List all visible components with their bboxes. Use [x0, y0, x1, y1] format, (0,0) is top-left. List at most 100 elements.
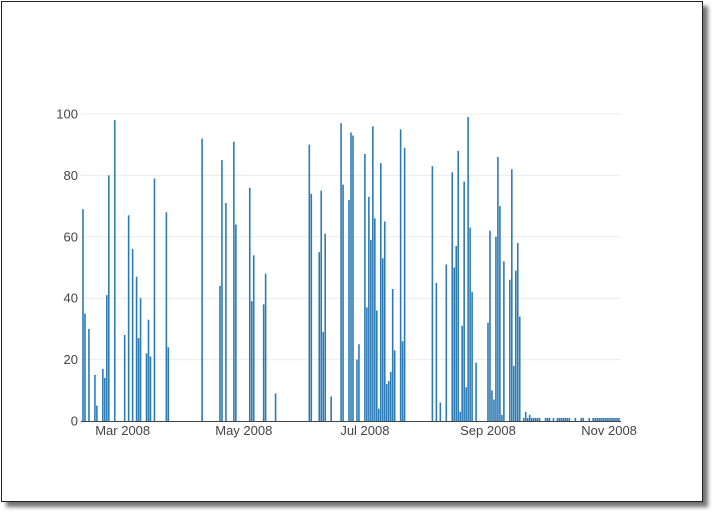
- bar: [221, 160, 223, 422]
- bar: [274, 393, 277, 421]
- bar: [356, 359, 358, 421]
- y-tick-label: 40: [64, 291, 78, 306]
- x-tick-label: Mar 2008: [95, 423, 150, 438]
- bar: [370, 239, 372, 421]
- bar: [252, 255, 255, 421]
- bar: [225, 203, 227, 421]
- bar-chart: 0 20 40 60 80 100 Mar 2008 May 2008 Jul 2008 Sep…: [56, 107, 637, 439]
- bar: [560, 417, 563, 421]
- bar: [376, 310, 378, 421]
- bar: [497, 156, 499, 422]
- bar: [153, 178, 156, 421]
- bar: [546, 417, 549, 421]
- bar: [524, 411, 527, 421]
- bar: [461, 325, 463, 421]
- y-tick-label: 0: [71, 414, 78, 429]
- bar: [264, 273, 267, 421]
- bar: [475, 362, 477, 421]
- bar: [379, 163, 382, 421]
- bar: [514, 270, 517, 421]
- bar: [604, 417, 606, 421]
- y-tick-label: 80: [64, 168, 78, 183]
- bar: [598, 417, 600, 421]
- bar: [308, 144, 311, 421]
- bar: [374, 218, 376, 421]
- bar: [509, 279, 511, 421]
- bar: [123, 335, 126, 421]
- bar: [618, 417, 620, 421]
- bar: [377, 408, 380, 421]
- bar: [320, 190, 323, 421]
- bar: [600, 417, 602, 421]
- bar: [574, 417, 577, 421]
- y-tick-labels: 0 20 40 60 80 100: [56, 107, 78, 429]
- bar: [399, 129, 402, 421]
- bar: [558, 417, 561, 421]
- bar: [84, 313, 86, 421]
- bar: [137, 338, 140, 421]
- bar: [566, 417, 569, 421]
- bar: [548, 417, 551, 421]
- bar: [592, 417, 595, 421]
- bar: [82, 209, 84, 421]
- bar: [465, 387, 467, 421]
- bar: [612, 417, 614, 421]
- bar: [147, 319, 150, 421]
- bar: [562, 417, 565, 421]
- bar: [250, 301, 253, 421]
- bar: [455, 246, 458, 421]
- bar: [530, 417, 533, 421]
- bar: [453, 267, 456, 421]
- bar: [318, 252, 321, 421]
- bar: [366, 307, 368, 421]
- bar: [372, 126, 374, 421]
- x-tick-label: May 2008: [215, 423, 272, 438]
- bar: [463, 181, 465, 421]
- bar: [435, 282, 438, 421]
- bar: [94, 374, 96, 421]
- bar: [381, 258, 384, 421]
- bar: [324, 233, 326, 421]
- bar: [516, 242, 519, 421]
- bar: [340, 123, 342, 422]
- bar: [310, 193, 313, 421]
- bar: [104, 378, 106, 421]
- bar: [439, 402, 442, 421]
- bar: [522, 417, 525, 421]
- bar: [503, 261, 505, 421]
- bar: [534, 417, 537, 421]
- bar: [431, 166, 434, 421]
- bar: [580, 417, 583, 421]
- bar: [368, 196, 370, 421]
- bar: [608, 417, 610, 421]
- bar: [391, 288, 394, 421]
- bar: [330, 396, 332, 421]
- x-tick-label: Sep 2008: [460, 423, 516, 438]
- bar: [594, 417, 596, 421]
- bar: [469, 227, 471, 421]
- bar: [383, 221, 386, 421]
- bar: [532, 417, 535, 421]
- bar: [564, 417, 567, 421]
- bar: [487, 322, 489, 421]
- bar: [262, 304, 265, 421]
- bar: [536, 417, 539, 421]
- bar: [616, 417, 618, 421]
- bar: [403, 147, 406, 421]
- bar: [113, 120, 116, 421]
- bar: [389, 371, 392, 421]
- bar: [528, 414, 531, 421]
- bar: [201, 138, 203, 421]
- y-tick-label: 20: [64, 352, 78, 367]
- bar: [467, 117, 469, 421]
- x-tick-labels: Mar 2008 May 2008 Jul 2008 Sep 2008 Nov 2008: [95, 423, 637, 438]
- bar: [471, 292, 473, 421]
- bar: [552, 417, 555, 421]
- bar: [512, 365, 515, 421]
- bar: [139, 298, 142, 421]
- bar: [538, 417, 541, 421]
- bar: [518, 316, 521, 421]
- bar: [489, 230, 491, 421]
- bar: [350, 132, 352, 422]
- bar: [145, 353, 148, 421]
